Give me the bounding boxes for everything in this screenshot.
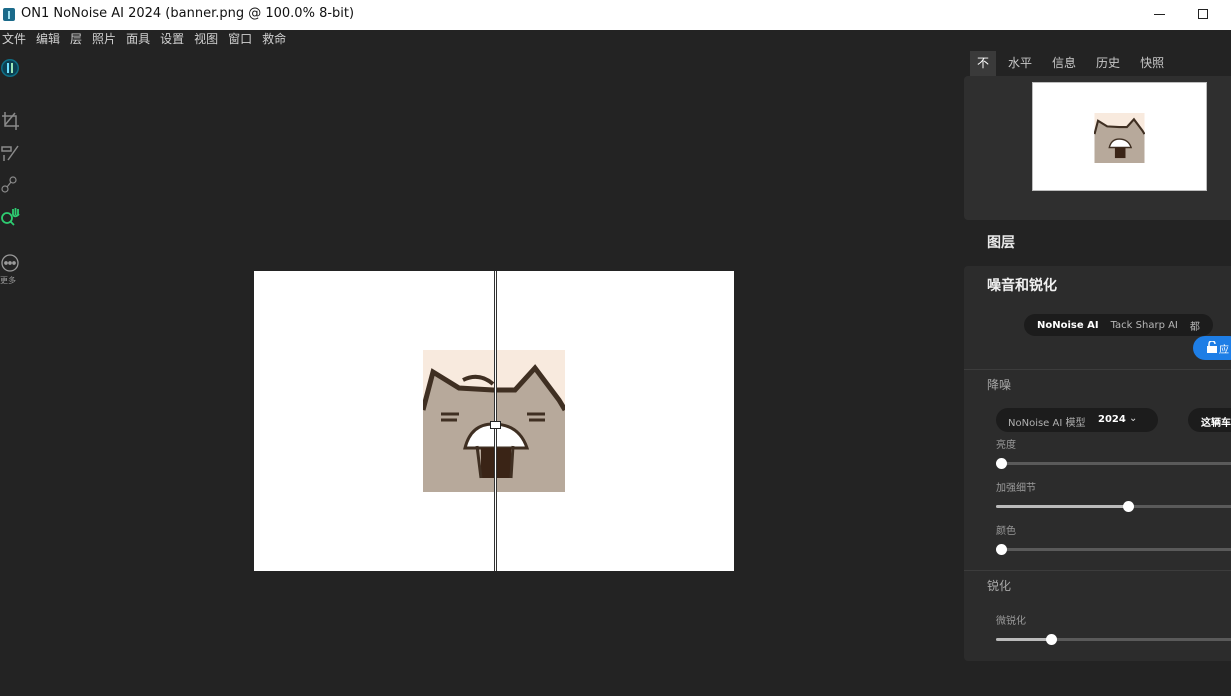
mode-nonoise[interactable]: NoNoise AI — [1037, 320, 1099, 331]
app-logo-icon — [3, 8, 15, 21]
panel-tabs: 不 水平 信息 历史 快照 — [970, 51, 1176, 76]
slider-detail[interactable] — [996, 501, 1231, 512]
title-bar: ON1 NoNoise AI 2024 (banner.png @ 100.0%… — [0, 0, 1231, 30]
slider-knob[interactable] — [1123, 501, 1134, 512]
more-icon[interactable] — [0, 253, 22, 275]
apply-button[interactable]: 应 — [1193, 336, 1231, 360]
transform-icon[interactable] — [0, 173, 22, 195]
retouch-brush-icon[interactable] — [0, 143, 22, 165]
menu-layer[interactable]: 层 — [70, 30, 82, 48]
sharpen-section-label: 锐化 — [987, 579, 1012, 593]
model-label: NoNoise AI 模型 — [1008, 418, 1086, 429]
menu-edit[interactable]: 编辑 — [36, 30, 60, 48]
slider-label-luminance: 亮度 — [996, 440, 1016, 451]
maximize-icon — [1198, 9, 1208, 19]
slider-label-detail: 加强细节 — [996, 483, 1036, 494]
navigator-thumbnail[interactable] — [1032, 82, 1207, 191]
denoise-section-label: 降噪 — [987, 378, 1012, 392]
tab-snapshots[interactable]: 快照 — [1132, 51, 1172, 76]
menu-mask[interactable]: 面具 — [126, 30, 150, 48]
slider-knob[interactable] — [996, 544, 1007, 555]
unlock-icon — [1207, 341, 1217, 353]
menu-help[interactable]: 救命 — [262, 30, 286, 48]
menu-settings[interactable]: 设置 — [160, 30, 184, 48]
slider-knob[interactable] — [996, 458, 1007, 469]
nonoise-tool-icon[interactable] — [0, 57, 22, 79]
tab-history[interactable]: 历史 — [1088, 51, 1128, 76]
divider — [964, 570, 1231, 571]
crop-icon[interactable] — [0, 110, 22, 132]
model-dropdown[interactable]: NoNoise AI 模型 2024 ⌄ — [996, 408, 1158, 432]
mode-both[interactable]: 都 — [1190, 318, 1200, 333]
apply-label: 应 — [1219, 345, 1229, 356]
more-label: 更多 — [0, 276, 16, 285]
layers-heading[interactable]: 图层 — [987, 232, 1015, 252]
detect-label: 这辆车 — [1201, 418, 1231, 429]
mode-selector: NoNoise AI Tack Sharp AI 都 — [1024, 314, 1213, 336]
slider-label-color: 颜色 — [996, 526, 1016, 537]
tab-levels[interactable]: 水平 — [1000, 51, 1040, 76]
tab-navigator[interactable]: 不 — [970, 51, 997, 76]
slider-label-microsharpen: 微锐化 — [996, 616, 1026, 627]
noise-sharpen-panel: 噪音和锐化 NoNoise AI Tack Sharp AI 都 应 降噪 No… — [964, 266, 1231, 661]
minimize-button[interactable] — [1136, 0, 1182, 30]
menu-bar: 文件 编辑 层 照片 面具 设置 视图 窗口 救命 — [0, 30, 296, 48]
slider-microsharpen[interactable] — [996, 634, 1231, 645]
image-canvas[interactable] — [254, 271, 734, 571]
menu-photo[interactable]: 照片 — [92, 30, 116, 48]
minimize-icon — [1154, 14, 1165, 15]
mode-tacksharp[interactable]: Tack Sharp AI — [1111, 320, 1178, 331]
divider — [964, 369, 1231, 370]
navigator-panel — [964, 76, 1231, 220]
model-value: 2024 — [1098, 414, 1126, 425]
maximize-button[interactable] — [1180, 0, 1226, 30]
detect-button[interactable]: 这辆车 — [1188, 408, 1231, 432]
app-window: ON1 NoNoise AI 2024 (banner.png @ 100.0%… — [0, 0, 1231, 696]
zoom-hand-icon[interactable] — [0, 206, 22, 228]
window-title: ON1 NoNoise AI 2024 (banner.png @ 100.0%… — [21, 6, 355, 21]
tab-info[interactable]: 信息 — [1044, 51, 1084, 76]
panel-title: 噪音和锐化 — [987, 278, 1057, 294]
slider-knob[interactable] — [1046, 634, 1057, 645]
menu-window[interactable]: 窗口 — [228, 30, 252, 48]
chevron-down-icon: ⌄ — [1129, 413, 1138, 424]
slider-luminance[interactable] — [996, 458, 1231, 469]
thumbnail-cat-image — [1093, 113, 1146, 163]
menu-view[interactable]: 视图 — [194, 30, 218, 48]
compare-split-handle[interactable] — [490, 421, 501, 429]
menu-file[interactable]: 文件 — [2, 30, 26, 48]
slider-color[interactable] — [996, 544, 1231, 555]
